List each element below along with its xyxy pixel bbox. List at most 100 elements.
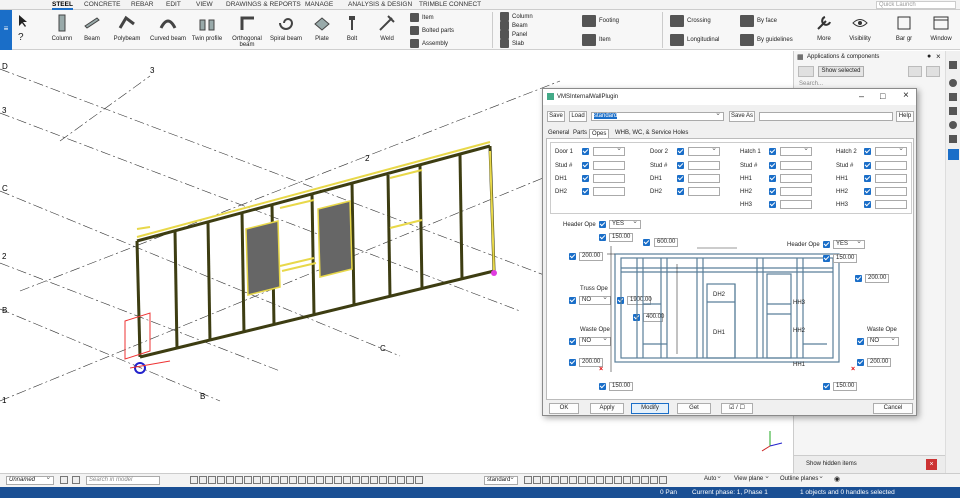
hatch1-hh2-checkbox[interactable] — [769, 188, 776, 195]
select-arrow-icon[interactable] — [16, 14, 30, 28]
save-as-name-input[interactable] — [759, 112, 893, 121]
top-offset-input[interactable]: 150.00 — [609, 233, 633, 242]
door2-dh1-checkbox[interactable] — [677, 175, 684, 182]
door1-select[interactable] — [593, 145, 625, 156]
hatch2-stud-checkbox[interactable] — [864, 162, 871, 169]
snap-toolbar[interactable] — [190, 476, 480, 486]
bottom-right-height-checkbox[interactable] — [823, 383, 830, 390]
hatch1-stud-input[interactable] — [780, 161, 812, 170]
status-phase[interactable]: Current phase: 1, Phase 1 — [692, 489, 768, 496]
grid-view-icon[interactable] — [798, 66, 814, 77]
bottom-left-offset-checkbox[interactable] — [569, 359, 576, 366]
plate-button[interactable]: Plate — [308, 12, 336, 48]
cancel-button[interactable]: Cancel — [873, 403, 913, 414]
cube-icon[interactable] — [949, 135, 957, 143]
column-button[interactable]: Column — [48, 12, 76, 48]
help-button[interactable]: Help — [896, 111, 914, 122]
list-view-icon[interactable] — [908, 66, 922, 77]
tab-trimble-connect[interactable]: TRIMBLE CONNECT — [419, 1, 481, 8]
door1-stud-input[interactable] — [593, 161, 625, 170]
door1-stud-checkbox[interactable] — [582, 162, 589, 169]
curved-beam-button[interactable]: Curved beam — [148, 12, 188, 48]
pin-icon[interactable]: ● — [927, 53, 931, 60]
layers-icon[interactable] — [949, 107, 957, 115]
concrete-column-button[interactable]: Column — [500, 12, 533, 21]
tab-whb-wc-service[interactable]: WHB, WC, & Service Holes — [613, 129, 690, 137]
hatch2-hh1-checkbox[interactable] — [864, 175, 871, 182]
spiral-beam-button[interactable]: Spiral beam — [268, 12, 304, 48]
tab-manage[interactable]: MANAGE — [305, 1, 333, 8]
hatch2-hh2-checkbox[interactable] — [864, 188, 871, 195]
longitudinal-button[interactable]: Longitudinal — [670, 34, 719, 46]
eye-icon[interactable]: ◉ — [834, 475, 840, 483]
weld-button[interactable]: Weld — [374, 12, 400, 48]
selection-toolbar[interactable] — [524, 476, 698, 486]
tab-edit[interactable]: EDIT — [166, 1, 181, 8]
footing-item-button[interactable]: Item — [582, 34, 611, 46]
add-view-icon[interactable] — [60, 476, 69, 484]
view-plane-select[interactable]: View plane — [732, 473, 772, 485]
waste-ope-right-checkbox[interactable] — [857, 338, 864, 345]
quick-launch-input[interactable]: Quick Launch — [876, 1, 956, 9]
top-offset-checkbox[interactable] — [599, 234, 606, 241]
palette-icon[interactable] — [949, 121, 957, 129]
by-face-button[interactable]: By face — [740, 15, 777, 27]
settings-icon[interactable] — [949, 61, 957, 69]
model-search-input[interactable]: Search in model — [86, 476, 160, 485]
hatch1-select[interactable] — [780, 145, 812, 156]
outline-planes-select[interactable]: Outline planes — [778, 473, 826, 485]
bottom-right-height-input[interactable]: 150.00 — [833, 382, 857, 391]
left-offset-input[interactable]: 200.00 — [579, 252, 603, 261]
tab-analysis-design[interactable]: ANALYSIS & DESIGN — [348, 1, 412, 8]
load-button[interactable]: Load — [569, 111, 587, 122]
door2-dh1-input[interactable] — [688, 174, 720, 183]
door1-dh2-input[interactable] — [593, 187, 625, 196]
selection-handle[interactable] — [124, 312, 171, 374]
hatch2-hh2-input[interactable] — [875, 187, 907, 196]
handle-point[interactable] — [491, 270, 497, 276]
twin-profile-button[interactable]: Twin profile — [190, 12, 224, 48]
beam-button[interactable]: Beam — [78, 12, 106, 48]
orthogonal-beam-button[interactable]: Orthogonal beam — [228, 12, 266, 48]
show-hidden-items[interactable]: Show hidden items — [806, 461, 857, 467]
hatch1-hh2-input[interactable] — [780, 187, 812, 196]
hatch1-hh1-checkbox[interactable] — [769, 175, 776, 182]
footing-button[interactable]: Footing — [582, 15, 619, 27]
polybeam-button[interactable]: Polybeam — [110, 12, 144, 48]
tab-view[interactable]: VIEW — [196, 1, 213, 8]
concrete-beam-button[interactable]: Beam — [500, 21, 528, 30]
minimize-icon[interactable]: – — [859, 91, 864, 101]
header-ope-right-checkbox[interactable] — [823, 241, 830, 248]
visibility-button[interactable]: Visibility — [845, 12, 875, 48]
hatch1-hh1-input[interactable] — [780, 174, 812, 183]
by-guidelines-button[interactable]: By guidelines — [740, 34, 793, 46]
hatch1-hh3-checkbox[interactable] — [769, 201, 776, 208]
tab-steel[interactable]: STEEL — [52, 1, 73, 10]
right-offset-checkbox[interactable] — [855, 275, 862, 282]
concrete-panel-button[interactable]: Panel — [500, 30, 527, 39]
help-question-icon[interactable]: ? — [18, 32, 24, 43]
auto-select[interactable]: Auto — [702, 473, 724, 485]
bottom-right-offset-input[interactable]: 200.00 — [867, 358, 891, 367]
get-button[interactable]: Get — [677, 403, 711, 414]
assembly-button[interactable]: Assembly — [410, 39, 448, 48]
tab-general[interactable]: General — [546, 129, 571, 137]
cloud-icon[interactable] — [949, 93, 957, 101]
hatch2-hh3-input[interactable] — [875, 200, 907, 209]
tab-concrete[interactable]: CONCRETE — [84, 1, 120, 8]
hatch1-hh3-input[interactable] — [780, 200, 812, 209]
door2-checkbox[interactable] — [677, 148, 684, 155]
toggle-checkboxes-button[interactable]: ☑ / ☐ — [721, 403, 753, 414]
bottom-offset-checkbox[interactable] — [599, 383, 606, 390]
bolt-button[interactable]: Bolt — [340, 12, 364, 48]
preset-select[interactable]: standard — [591, 110, 724, 121]
delete-icon[interactable]: × — [926, 459, 937, 470]
bar-groups-button[interactable]: Bar gr — [893, 12, 915, 48]
door1-checkbox[interactable] — [582, 148, 589, 155]
concrete-slab-button[interactable]: Slab — [500, 39, 524, 48]
right-top-offset-checkbox[interactable] — [823, 255, 830, 262]
hatch1-checkbox[interactable] — [769, 148, 776, 155]
hatch1-stud-checkbox[interactable] — [769, 162, 776, 169]
apply-button[interactable]: Apply — [590, 403, 624, 414]
more-button[interactable]: More — [812, 12, 836, 48]
